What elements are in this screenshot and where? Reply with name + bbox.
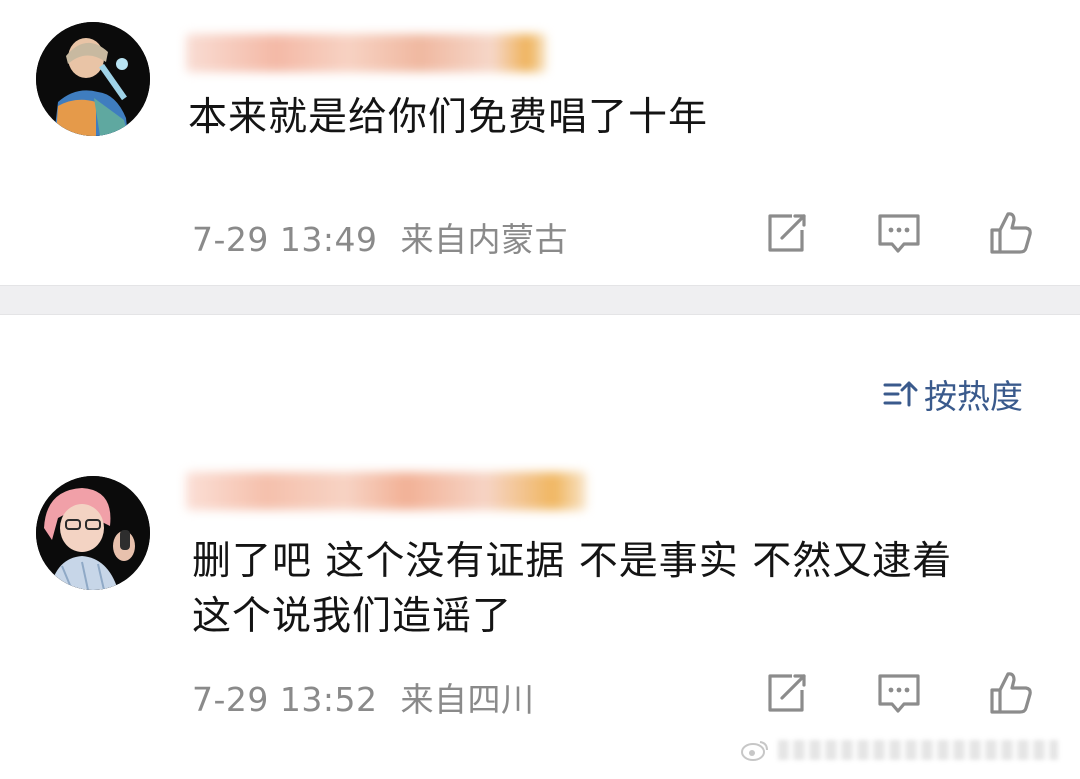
avatar[interactable] (36, 476, 150, 590)
weibo-logo-icon (741, 741, 768, 761)
share-button[interactable] (762, 668, 812, 718)
watermark-blurred (740, 735, 1070, 765)
avatar-image (36, 476, 150, 590)
reply-button[interactable] (874, 668, 924, 718)
comment-text: 删了吧 这个没有证据 不是事实 不然又逮着 这个说我们造谣了 (192, 539, 953, 639)
comment-location: 来自四川 (400, 680, 535, 719)
like-button[interactable] (986, 668, 1036, 718)
watermark-text-blurred (778, 740, 1058, 760)
comment-meta: 7-29 13:52 来自四川 (192, 673, 535, 721)
comment-time: 7-29 13:52 (192, 680, 378, 719)
like-icon (990, 672, 1032, 714)
share-icon (768, 674, 806, 712)
comment-icon (878, 674, 920, 713)
comment-item: 删了吧 这个没有证据 不是事实 不然又逮着 这个说我们造谣了 7-29 13:5… (0, 0, 1080, 779)
username-blurred[interactable] (186, 472, 586, 510)
comment-actions (756, 668, 1046, 718)
